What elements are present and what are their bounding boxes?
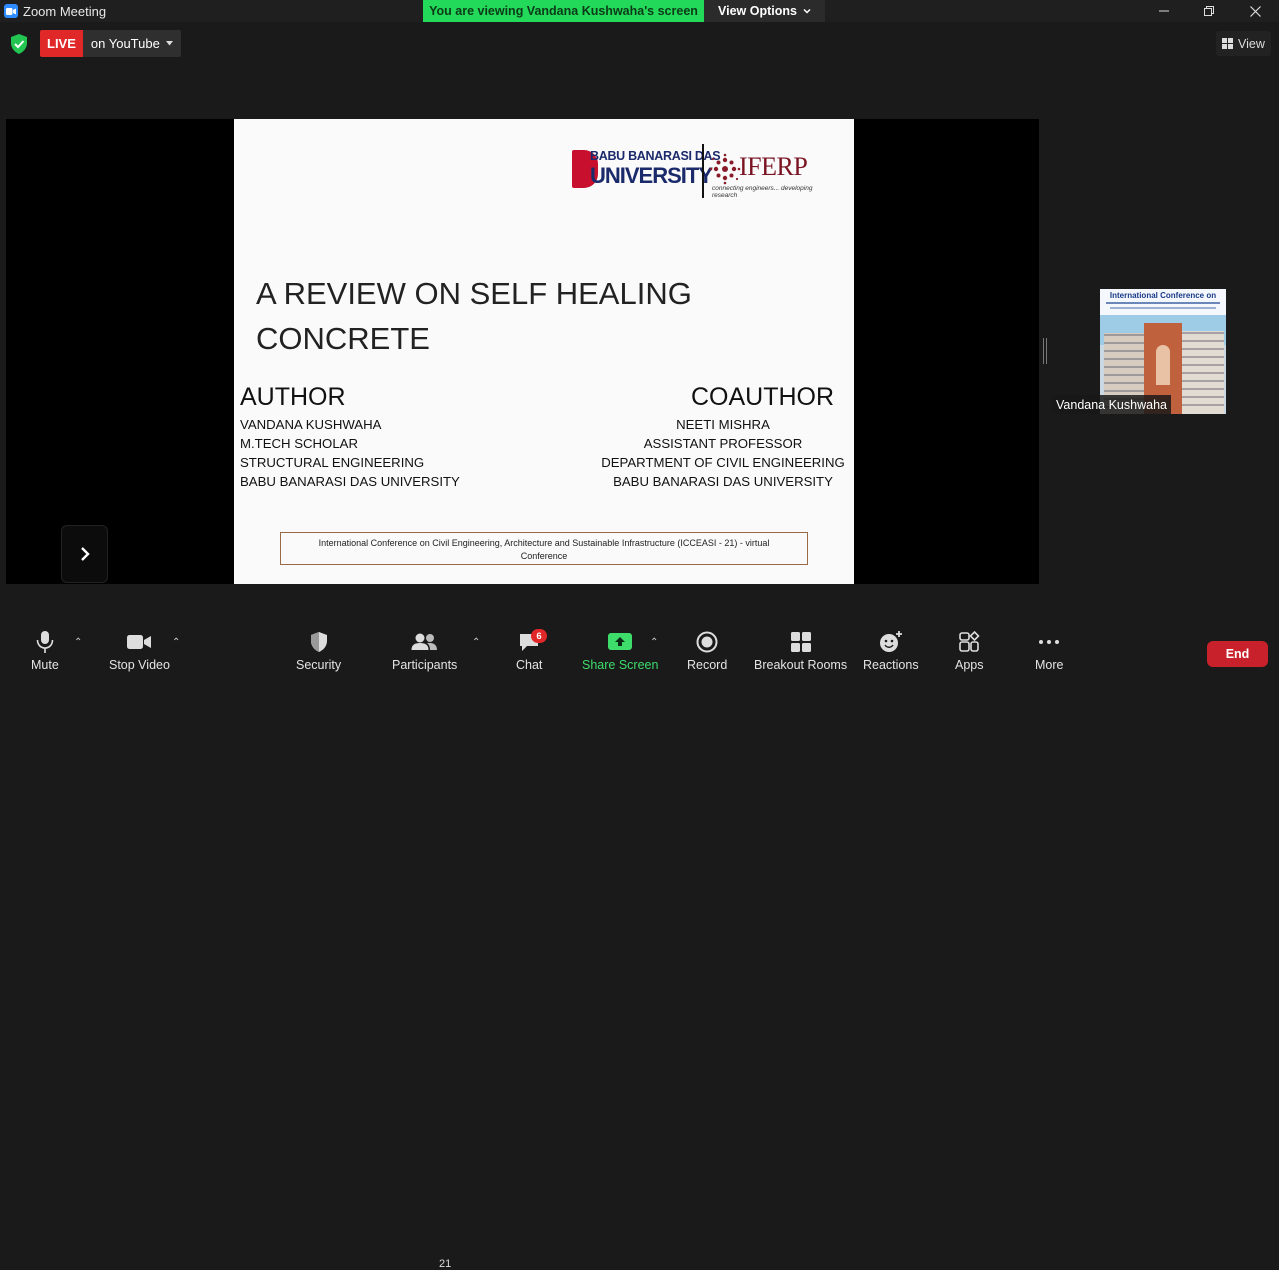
panel-resize-handle[interactable] [1043, 338, 1047, 364]
encryption-shield-icon[interactable] [9, 33, 29, 55]
chat-unread-badge: 6 [531, 629, 547, 643]
chevron-right-icon [80, 547, 90, 561]
apps-label: Apps [955, 658, 984, 672]
reactions-label: Reactions [863, 658, 919, 672]
thumbnail-banner: International Conference on [1100, 289, 1226, 315]
security-label: Security [296, 658, 342, 672]
window-title: Zoom Meeting [23, 4, 107, 19]
shared-screen-area: BABU BANARASI DAS UNIVERSITY IFERP conne… [6, 119, 1039, 584]
thumbnail-banner-line [1106, 302, 1220, 304]
author-line: BABU BANARASI DAS UNIVERSITY [240, 474, 460, 489]
caret-down-icon [165, 41, 173, 46]
shield-icon [310, 632, 327, 652]
security-button[interactable]: Security [296, 630, 341, 672]
viewing-screen-banner: You are viewing Vandana Kushwaha's scree… [423, 0, 704, 22]
author-line: M.TECH SCHOLAR [240, 436, 358, 451]
breakout-rooms-icon [790, 632, 811, 652]
live-badge[interactable]: LIVE [40, 30, 83, 57]
record-label: Record [687, 658, 728, 672]
coauthor-line: ASSISTANT PROFESSOR [643, 436, 803, 451]
coauthor-line: BABU BANARASI DAS UNIVERSITY [613, 474, 833, 489]
mute-label: Mute [31, 658, 59, 672]
bbd-logo-bottom-text: UNIVERSITY [590, 163, 713, 188]
author-heading: AUTHOR [240, 383, 346, 411]
more-dots-icon [1039, 640, 1060, 644]
share-screen-label: Share Screen [582, 658, 659, 672]
thumbnail-building-right [1176, 331, 1224, 414]
slide-title: A REVIEW ON SELF HEALING CONCRETE [256, 271, 736, 361]
slide-logos: BABU BANARASI DAS UNIVERSITY IFERP conne… [572, 144, 822, 200]
more-button[interactable]: More [1035, 630, 1063, 672]
more-label: More [1035, 658, 1064, 672]
close-button[interactable] [1232, 0, 1278, 22]
next-page-button[interactable] [61, 525, 108, 583]
meeting-toolbar: Mute ⌃ Stop Video ⌃ Security Participant… [0, 622, 1279, 1270]
mute-button[interactable]: Mute [31, 630, 59, 672]
view-layout-button[interactable]: View [1216, 31, 1271, 56]
coauthor-heading: COAUTHOR [691, 383, 835, 411]
audio-options-caret[interactable]: ⌃ [74, 637, 82, 648]
participant-name-tag: Vandana Kushwaha [1052, 395, 1171, 414]
participants-label: Participants [392, 658, 458, 672]
view-options-label: View Options [718, 4, 797, 18]
author-line: VANDANA KUSHWAHA [240, 417, 382, 432]
record-icon [696, 631, 718, 653]
participants-options-caret[interactable]: ⌃ [472, 637, 480, 648]
coauthor-line: NEETI MISHRA [676, 417, 770, 432]
iferp-tagline: connecting engineers... developing resea… [712, 185, 813, 199]
slide-title-line-1: A REVIEW ON SELF HEALING [256, 276, 692, 311]
iferp-logo-icon [709, 153, 741, 185]
video-options-caret[interactable]: ⌃ [172, 637, 180, 648]
live-destination-label: on YouTube [90, 36, 160, 51]
record-button[interactable]: Record [687, 630, 727, 672]
share-options-caret[interactable]: ⌃ [650, 637, 658, 648]
participants-count: 21 [439, 1258, 452, 1270]
apps-button[interactable]: Apps [955, 630, 984, 672]
conference-footer: International Conference on Civil Engine… [280, 532, 808, 565]
live-stream-status: LIVE on YouTube [9, 30, 181, 57]
thumbnail-building-arch [1156, 345, 1170, 385]
restore-icon [1204, 6, 1214, 16]
bbd-logo-top-text: BABU BANARASI DAS [590, 149, 721, 163]
breakout-rooms-button[interactable]: Breakout Rooms [754, 630, 847, 672]
end-meeting-button[interactable]: End [1207, 641, 1268, 667]
grid-view-icon [1222, 38, 1233, 49]
view-options-button[interactable]: View Options [704, 0, 825, 22]
author-details: VANDANA KUSHWAHA M.TECH SCHOLAR STRUCTUR… [240, 415, 460, 491]
logo-divider [702, 144, 704, 198]
author-line: STRUCTURAL ENGINEERING [240, 455, 425, 470]
microphone-icon [36, 631, 54, 653]
close-icon [1249, 5, 1261, 17]
share-screen-button[interactable]: Share Screen [582, 630, 658, 672]
zoom-app-icon [4, 4, 18, 18]
reactions-button[interactable]: Reactions [863, 630, 919, 672]
chevron-down-icon [803, 8, 811, 14]
live-destination-dropdown[interactable]: on YouTube [82, 30, 181, 57]
video-camera-icon [127, 635, 152, 649]
minimize-icon [1159, 10, 1169, 12]
stop-video-label: Stop Video [109, 658, 170, 672]
participants-icon [411, 633, 437, 650]
participants-button[interactable]: Participants [392, 630, 457, 672]
coauthor-details: NEETI MISHRA ASSISTANT PROFESSOR DEPARTM… [598, 415, 848, 491]
apps-icon [959, 630, 980, 652]
iferp-logo-text: IFERP [739, 152, 808, 181]
smiley-plus-icon [879, 631, 902, 652]
thumbnail-banner-title: International Conference on [1109, 291, 1217, 300]
view-label: View [1238, 36, 1265, 51]
share-screen-icon [608, 633, 633, 650]
chat-label: Chat [516, 658, 543, 672]
thumbnail-banner-line [1110, 307, 1216, 309]
minimize-button[interactable] [1141, 0, 1187, 22]
presentation-slide: BABU BANARASI DAS UNIVERSITY IFERP conne… [234, 119, 854, 584]
slide-title-line-2: CONCRETE [256, 321, 430, 356]
stop-video-button[interactable]: Stop Video [109, 630, 170, 672]
breakout-rooms-label: Breakout Rooms [754, 658, 848, 672]
coauthor-line: DEPARTMENT OF CIVIL ENGINEERING [601, 455, 845, 470]
building-windows [1176, 331, 1224, 412]
restore-button[interactable] [1186, 0, 1232, 22]
